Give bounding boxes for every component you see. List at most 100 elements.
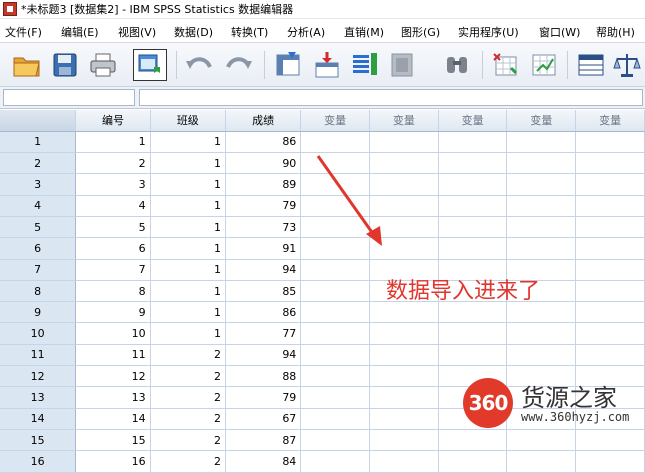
cell-id[interactable]: 14 <box>75 408 151 430</box>
cell-score[interactable]: 84 <box>225 450 302 473</box>
empty-cell[interactable] <box>575 322 645 345</box>
empty-cell[interactable] <box>575 195 645 217</box>
empty-cell[interactable] <box>506 237 577 260</box>
cell-score[interactable]: 79 <box>225 386 302 409</box>
cell-id[interactable]: 11 <box>75 344 151 367</box>
cell-class[interactable]: 2 <box>150 365 226 388</box>
menu-file[interactable]: 文件(F) <box>5 24 42 40</box>
cell-score[interactable]: 77 <box>225 322 302 345</box>
empty-cell[interactable] <box>506 322 577 345</box>
cell-value-field[interactable] <box>139 89 643 106</box>
empty-cell[interactable] <box>438 322 508 345</box>
column-header[interactable]: 变量 <box>506 110 577 132</box>
menu-graphs[interactable]: 图形(G) <box>401 24 440 40</box>
cell-class[interactable]: 2 <box>150 408 226 430</box>
table-row[interactable]: 9 9 1 86 <box>0 301 645 324</box>
cell-score[interactable]: 94 <box>225 344 302 367</box>
row-header[interactable]: 14 <box>0 408 77 430</box>
empty-cell[interactable] <box>575 173 645 196</box>
empty-cell[interactable] <box>575 216 645 239</box>
cell-score[interactable]: 94 <box>225 259 302 281</box>
row-header[interactable]: 1 <box>0 131 77 154</box>
insert-variable-button[interactable] <box>527 49 561 81</box>
empty-cell[interactable] <box>300 386 371 409</box>
empty-cell[interactable] <box>300 429 371 452</box>
column-header[interactable]: 变量 <box>438 110 508 132</box>
cell-class[interactable]: 1 <box>150 322 226 345</box>
cell-class[interactable]: 2 <box>150 429 226 452</box>
row-header[interactable]: 12 <box>0 365 77 388</box>
row-header[interactable]: 6 <box>0 237 77 260</box>
empty-cell[interactable] <box>575 450 645 473</box>
empty-cell[interactable] <box>300 344 371 367</box>
empty-cell[interactable] <box>369 408 439 430</box>
cell-score[interactable]: 89 <box>225 173 302 196</box>
empty-cell[interactable] <box>300 450 371 473</box>
empty-cell[interactable] <box>438 216 508 239</box>
goto-case-button[interactable] <box>272 49 306 81</box>
row-header[interactable]: 8 <box>0 280 77 303</box>
cell-class[interactable]: 1 <box>150 216 226 239</box>
empty-cell[interactable] <box>300 280 371 303</box>
empty-cell[interactable] <box>300 365 371 388</box>
cell-class[interactable]: 1 <box>150 195 226 217</box>
goto-variable-button[interactable] <box>310 49 344 81</box>
empty-cell[interactable] <box>438 173 508 196</box>
column-header[interactable]: 编号 <box>75 110 151 132</box>
empty-cell[interactable] <box>300 408 371 430</box>
column-header[interactable]: 变量 <box>369 110 439 132</box>
cell-score[interactable]: 86 <box>225 131 302 154</box>
cell-id[interactable]: 4 <box>75 195 151 217</box>
cell-id[interactable]: 16 <box>75 450 151 473</box>
column-header[interactable]: 变量 <box>575 110 645 132</box>
row-header[interactable]: 9 <box>0 301 77 324</box>
row-header[interactable]: 4 <box>0 195 77 217</box>
undo-button[interactable] <box>182 49 216 81</box>
row-header[interactable]: 11 <box>0 344 77 367</box>
empty-cell[interactable] <box>369 386 439 409</box>
cell-score[interactable]: 88 <box>225 365 302 388</box>
cell-id[interactable]: 13 <box>75 386 151 409</box>
weight-cases-button[interactable] <box>610 49 644 81</box>
empty-cell[interactable] <box>575 344 645 367</box>
cell-class[interactable]: 1 <box>150 152 226 175</box>
cell-score[interactable]: 87 <box>225 429 302 452</box>
empty-cell[interactable] <box>300 259 371 281</box>
cell-class[interactable]: 2 <box>150 386 226 409</box>
run-descriptives-button[interactable] <box>386 49 420 81</box>
column-header[interactable]: 班级 <box>150 110 226 132</box>
menu-help[interactable]: 帮助(H) <box>596 24 635 40</box>
empty-cell[interactable] <box>575 237 645 260</box>
empty-cell[interactable] <box>506 173 577 196</box>
cell-class[interactable]: 1 <box>150 173 226 196</box>
empty-cell[interactable] <box>369 450 439 473</box>
empty-cell[interactable] <box>438 195 508 217</box>
cell-score[interactable]: 73 <box>225 216 302 239</box>
menu-window[interactable]: 窗口(W) <box>539 24 580 40</box>
menu-data[interactable]: 数据(D) <box>174 24 213 40</box>
row-header[interactable]: 10 <box>0 322 77 345</box>
empty-cell[interactable] <box>506 152 577 175</box>
empty-cell[interactable] <box>438 450 508 473</box>
empty-cell[interactable] <box>575 131 645 154</box>
find-button[interactable] <box>440 49 474 81</box>
insert-cases-button[interactable] <box>489 49 523 81</box>
variables-button[interactable] <box>348 49 382 81</box>
row-header[interactable]: 13 <box>0 386 77 409</box>
row-header[interactable]: 5 <box>0 216 77 239</box>
table-row[interactable]: 8 8 1 85 <box>0 280 645 303</box>
empty-cell[interactable] <box>506 344 577 367</box>
empty-cell[interactable] <box>506 131 577 154</box>
cell-id[interactable]: 6 <box>75 237 151 260</box>
row-header[interactable]: 2 <box>0 152 77 175</box>
cell-id[interactable]: 2 <box>75 152 151 175</box>
empty-cell[interactable] <box>575 152 645 175</box>
menu-transform[interactable]: 转换(T) <box>231 24 268 40</box>
cell-class[interactable]: 1 <box>150 280 226 303</box>
table-row[interactable]: 11 11 2 94 <box>0 344 645 367</box>
grid-corner[interactable] <box>0 110 77 132</box>
row-header[interactable]: 3 <box>0 173 77 196</box>
row-header[interactable]: 15 <box>0 429 77 452</box>
save-button[interactable] <box>48 49 82 81</box>
redo-button[interactable] <box>222 49 256 81</box>
